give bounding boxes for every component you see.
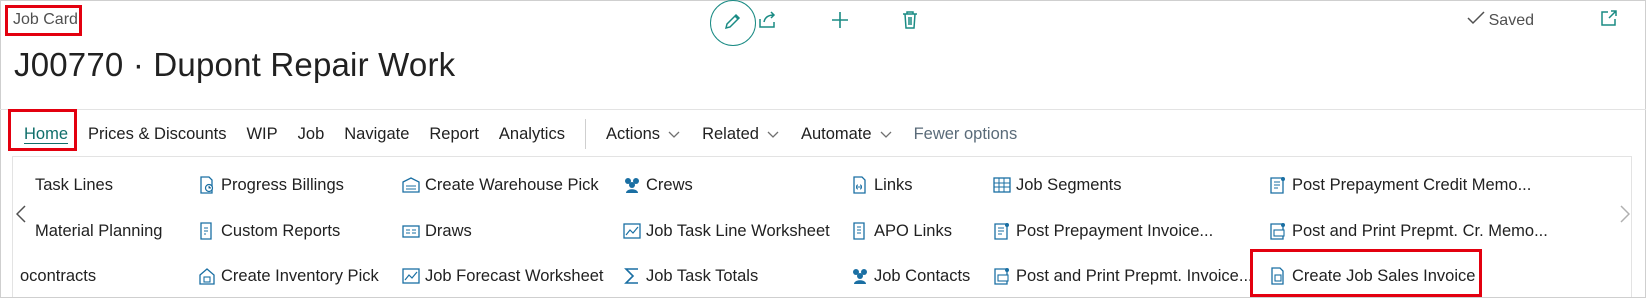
- page-title: J00770 · Dupont Repair Work: [14, 46, 456, 83]
- action-label: Job Forecast Worksheet: [425, 266, 604, 285]
- action-label: Links: [874, 175, 913, 194]
- action-draws[interactable]: Draws: [401, 219, 472, 243]
- action-custom-reports[interactable]: Custom Reports: [197, 219, 340, 243]
- post-print-icon: [992, 266, 1012, 286]
- action-label: Job Task Line Worksheet: [646, 221, 830, 240]
- action-label: ocontracts: [20, 266, 97, 285]
- saved-label: Saved: [1488, 11, 1534, 29]
- action-label: Post Prepayment Credit Memo...: [1292, 175, 1532, 194]
- action-post-prepayment-credit-memo[interactable]: Post Prepayment Credit Memo...: [1268, 173, 1531, 197]
- new-button[interactable]: [826, 8, 854, 36]
- tab-job[interactable]: Job: [298, 125, 325, 144]
- document-list-icon: [850, 221, 870, 241]
- action-progress-billings[interactable]: Progress Billings: [197, 173, 344, 197]
- action-label: Job Segments: [1016, 175, 1122, 194]
- action-job-task-line-worksheet[interactable]: Job Task Line Worksheet: [622, 219, 830, 243]
- action-create-inventory-pick[interactable]: Create Inventory Pick: [197, 264, 379, 288]
- action-task-lines[interactable]: Task Lines: [35, 173, 113, 197]
- post-print-icon: [1268, 221, 1288, 241]
- action-post-prepayment-invoice[interactable]: Post Prepayment Invoice...: [992, 219, 1213, 243]
- action-job-task-totals[interactable]: Job Task Totals: [622, 264, 758, 288]
- action-label: Progress Billings: [221, 175, 344, 194]
- tab-analytics[interactable]: Analytics: [499, 125, 565, 144]
- action-label: Post Prepayment Invoice...: [1016, 221, 1214, 240]
- action-links[interactable]: Links: [850, 173, 913, 197]
- scroll-right-icon[interactable]: [1620, 205, 1631, 229]
- people-icon: [622, 175, 642, 195]
- tabs-separator: [584, 119, 586, 149]
- action-create-warehouse-pick[interactable]: Create Warehouse Pick: [401, 173, 599, 197]
- people-icon: [850, 266, 870, 286]
- action-post-print-prepmt-cr-memo[interactable]: Post and Print Prepmt. Cr. Memo...: [1268, 219, 1548, 243]
- action-tabs: Home Prices & Discounts WIP Job Navigate…: [24, 119, 1017, 149]
- trash-icon: [901, 10, 919, 35]
- link-document-icon: [850, 175, 870, 195]
- action-label: Crews: [646, 175, 693, 194]
- draws-icon: [401, 221, 421, 241]
- edit-button[interactable]: [710, 0, 756, 46]
- scroll-left-icon[interactable]: [15, 205, 26, 229]
- action-label: Task Lines: [35, 175, 113, 194]
- chart-icon: [622, 221, 642, 241]
- pencil-icon: [723, 11, 743, 36]
- action-job-forecast-worksheet[interactable]: Job Forecast Worksheet: [401, 264, 604, 288]
- menu-automate[interactable]: Automate: [801, 125, 892, 144]
- tab-home[interactable]: Home: [24, 125, 68, 144]
- action-material-planning[interactable]: Material Planning: [35, 219, 163, 243]
- sigma-icon: [622, 266, 642, 286]
- report-edit-icon: [197, 221, 217, 241]
- action-label: APO Links: [874, 221, 952, 240]
- action-apo-links[interactable]: APO Links: [850, 219, 952, 243]
- menu-related[interactable]: Related: [702, 125, 779, 144]
- menu-actions[interactable]: Actions: [606, 125, 680, 144]
- action-job-segments[interactable]: Job Segments: [992, 173, 1121, 197]
- action-label: Custom Reports: [221, 221, 341, 240]
- action-label: Material Planning: [35, 221, 163, 240]
- tab-prices-discounts[interactable]: Prices & Discounts: [88, 125, 226, 144]
- action-label: Create Inventory Pick: [221, 266, 379, 285]
- fewer-options-link[interactable]: Fewer options: [914, 125, 1018, 144]
- menu-related-label: Related: [702, 124, 759, 143]
- new-invoice-icon: [1268, 266, 1288, 286]
- action-label: Create Job Sales Invoice: [1292, 266, 1476, 285]
- share-button[interactable]: [754, 8, 782, 36]
- action-label: Draws: [425, 221, 472, 240]
- chevron-down-icon: [767, 125, 779, 144]
- chart-icon: [401, 266, 421, 286]
- tab-wip[interactable]: WIP: [246, 125, 277, 144]
- plus-icon: [830, 10, 850, 35]
- post-document-icon: [992, 221, 1012, 241]
- action-label: Job Contacts: [874, 266, 971, 285]
- share-icon: [757, 10, 779, 35]
- pick-inventory-icon: [197, 266, 217, 286]
- menu-actions-label: Actions: [605, 124, 661, 143]
- action-job-contacts[interactable]: Job Contacts: [850, 264, 970, 288]
- action-subcontracts[interactable]: ocontracts: [20, 264, 96, 288]
- tabs-divider: [0, 109, 1646, 110]
- document-clock-icon: [197, 175, 217, 195]
- check-icon: [1467, 11, 1485, 30]
- expand-icon: [1600, 10, 1618, 31]
- tab-report[interactable]: Report: [429, 125, 479, 144]
- expand-button[interactable]: [1600, 9, 1618, 32]
- action-create-job-sales-invoice[interactable]: Create Job Sales Invoice: [1268, 264, 1475, 288]
- action-label: Post and Print Prepmt. Cr. Memo...: [1292, 221, 1548, 240]
- grid-icon: [992, 175, 1012, 195]
- action-label: Create Warehouse Pick: [425, 175, 599, 194]
- tab-navigate[interactable]: Navigate: [344, 125, 409, 144]
- saved-status: Saved: [1467, 11, 1534, 30]
- post-document-icon: [1268, 175, 1288, 195]
- delete-button[interactable]: [896, 8, 924, 36]
- action-label: Post and Print Prepmt. Invoice...: [1016, 266, 1253, 285]
- action-crews[interactable]: Crews: [622, 173, 693, 197]
- menu-automate-label: Automate: [800, 124, 872, 143]
- warehouse-icon: [401, 175, 421, 195]
- page-caption: Job Card: [13, 11, 78, 28]
- chevron-down-icon: [880, 125, 892, 144]
- action-label: Job Task Totals: [646, 266, 759, 285]
- chevron-down-icon: [668, 125, 680, 144]
- action-post-print-prepmt-invoice[interactable]: Post and Print Prepmt. Invoice...: [992, 264, 1253, 288]
